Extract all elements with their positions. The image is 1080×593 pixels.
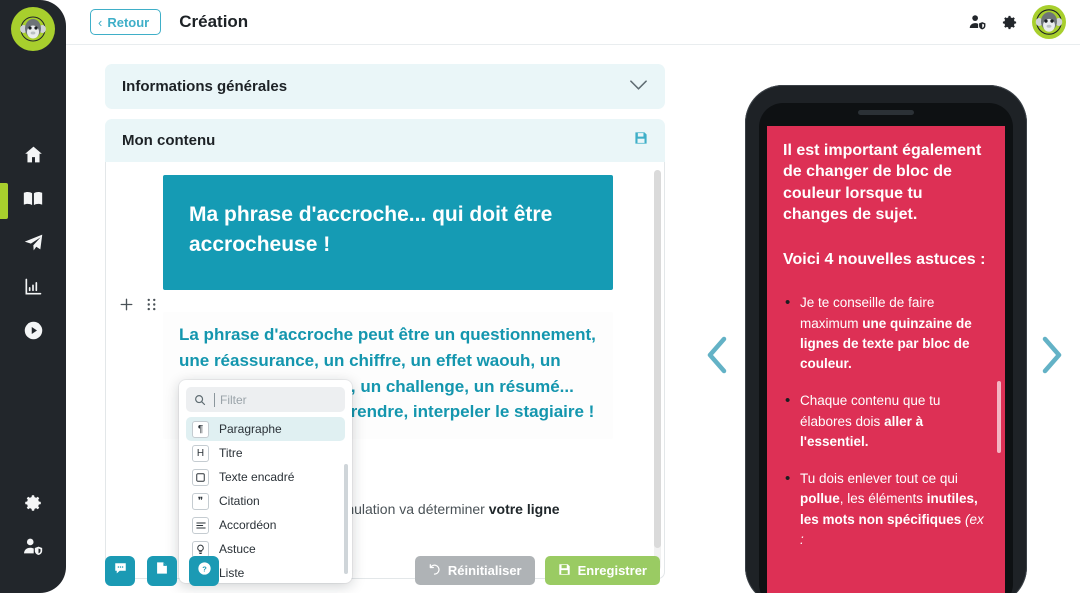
sidebar-item-admin[interactable] (0, 527, 66, 571)
dropdown-item-paragraphe[interactable]: ¶ Paragraphe (186, 417, 345, 441)
search-input[interactable] (214, 392, 334, 407)
editor-pane: Informations générales Mon contenu Ma ph… (66, 45, 690, 593)
heading-icon: H (192, 444, 209, 462)
preview-scrollbar-thumb[interactable] (997, 381, 1001, 453)
heading-text: Ma phrase d'accroche... qui doit être ac… (189, 203, 553, 256)
panel-header: Mon contenu (105, 119, 665, 162)
editor-block-heading[interactable]: Ma phrase d'accroche... qui doit être ac… (163, 175, 613, 290)
panel-header[interactable]: Informations générales (105, 64, 665, 109)
panel-title: Informations générales (122, 78, 288, 95)
notes-button[interactable] (147, 555, 177, 586)
next-slide-arrow[interactable] (1037, 333, 1067, 382)
monkey-logo-icon (17, 13, 49, 45)
home-icon (23, 144, 44, 170)
dropdown-item-label: Accordéon (219, 518, 277, 532)
panel-mon-contenu: Mon contenu (105, 119, 665, 162)
gear-icon (23, 493, 43, 518)
dropdown-search[interactable] (186, 387, 345, 412)
monkey-avatar-icon (1033, 6, 1065, 38)
search-icon (194, 394, 206, 406)
panel-informations-generales[interactable]: Informations générales (105, 64, 665, 109)
app-root: ‹ Retour Création Informations générales… (0, 0, 1080, 593)
sidebar-item-player[interactable] (0, 311, 66, 355)
help-button[interactable]: ? (189, 555, 219, 586)
drag-handle-icon[interactable] (146, 297, 157, 312)
quote-icon: ❞ (192, 492, 209, 510)
undo-icon (428, 563, 441, 579)
floppy-save-icon[interactable] (634, 131, 648, 150)
previous-slide-arrow[interactable] (702, 333, 732, 382)
chevron-down-icon[interactable] (629, 78, 648, 96)
dropdown-item-label: Citation (219, 494, 260, 508)
list-item: Tu dois enlever tout ce qui pollue, les … (783, 468, 989, 550)
phone-frame: Il est important également de changer de… (745, 85, 1027, 593)
chevron-left-icon: ‹ (98, 14, 103, 30)
phone-speaker-notch (858, 110, 914, 115)
reset-button[interactable]: Réinitialiser (414, 556, 535, 585)
comments-button[interactable] (105, 555, 135, 586)
dropdown-item-label: Paragraphe (219, 422, 282, 436)
back-button[interactable]: ‹ Retour (90, 9, 162, 35)
sidebar (0, 0, 66, 593)
sidebar-item-home[interactable] (0, 135, 66, 179)
preview-content[interactable]: Il est important également de changer de… (767, 126, 1005, 593)
dropdown-item-accordeon[interactable]: Accordéon (186, 513, 345, 537)
box-icon (192, 468, 209, 486)
brand-logo[interactable] (11, 7, 55, 51)
block-toolbar (119, 297, 157, 312)
user-shield-icon[interactable] (968, 13, 987, 32)
sidebar-nav-bottom (0, 483, 66, 571)
preview-heading: Il est important également de changer de… (783, 142, 982, 223)
mobile-preview: Il est important également de changer de… (690, 45, 1080, 593)
note-icon (155, 561, 169, 580)
bar-chart-icon (23, 277, 43, 302)
bullet-2-bold-1: pollue (800, 491, 840, 507)
editor-scrollbar-thumb[interactable] (654, 170, 661, 548)
dropdown-item-titre[interactable]: H Titre (186, 441, 345, 465)
save-button[interactable]: Enregistrer (544, 556, 660, 585)
accordion-icon (192, 516, 209, 534)
svg-text:?: ? (202, 564, 207, 573)
dropdown-item-citation[interactable]: ❞ Citation (186, 489, 345, 513)
dropdown-item-label: Titre (219, 446, 243, 460)
header-actions (968, 5, 1066, 39)
gear-icon[interactable] (1001, 14, 1018, 31)
floppy-save-icon (558, 563, 571, 579)
top-header: ‹ Retour Création (66, 0, 1080, 45)
comment-icon (113, 561, 128, 581)
paper-plane-icon (23, 232, 44, 258)
phone-screen-area: Il est important également de changer de… (759, 103, 1013, 593)
plus-icon[interactable] (119, 297, 134, 312)
sidebar-item-library[interactable] (0, 179, 66, 223)
bullet-2-plain-0: Tu dois enlever tout ce qui (800, 471, 958, 486)
play-circle-icon (23, 320, 44, 346)
help-icon: ? (197, 561, 212, 581)
back-button-label: Retour (107, 14, 150, 30)
book-icon (22, 188, 44, 215)
panel-title: Mon contenu (122, 132, 216, 149)
sidebar-item-statistics[interactable] (0, 267, 66, 311)
sidebar-item-settings[interactable] (0, 483, 66, 527)
editor-bottom-toolbar: ? Réinitialiser Enregistrer (105, 548, 660, 593)
list-item: Chaque contenu que tu élabores dois alle… (783, 390, 989, 452)
save-button-label: Enregistrer (577, 563, 647, 578)
dropdown-item-label: Texte encadré (219, 470, 295, 484)
preview-subheading: Voici 4 nouvelles astuces : (783, 251, 986, 269)
list-item: Je te conseille de faire maximum une qui… (783, 292, 989, 374)
avatar[interactable] (1032, 5, 1066, 39)
preview-bullet-list: Je te conseille de faire maximum une qui… (783, 292, 989, 550)
sidebar-nav-top (0, 135, 66, 355)
user-shield-icon (22, 536, 44, 563)
sidebar-item-send[interactable] (0, 223, 66, 267)
page-title: Création (179, 12, 249, 31)
reset-button-label: Réinitialiser (447, 563, 522, 578)
dropdown-item-texte-encadre[interactable]: Texte encadré (186, 465, 345, 489)
paragraph-icon: ¶ (192, 420, 209, 438)
bullet-2-plain-2: , les éléments (839, 491, 927, 507)
